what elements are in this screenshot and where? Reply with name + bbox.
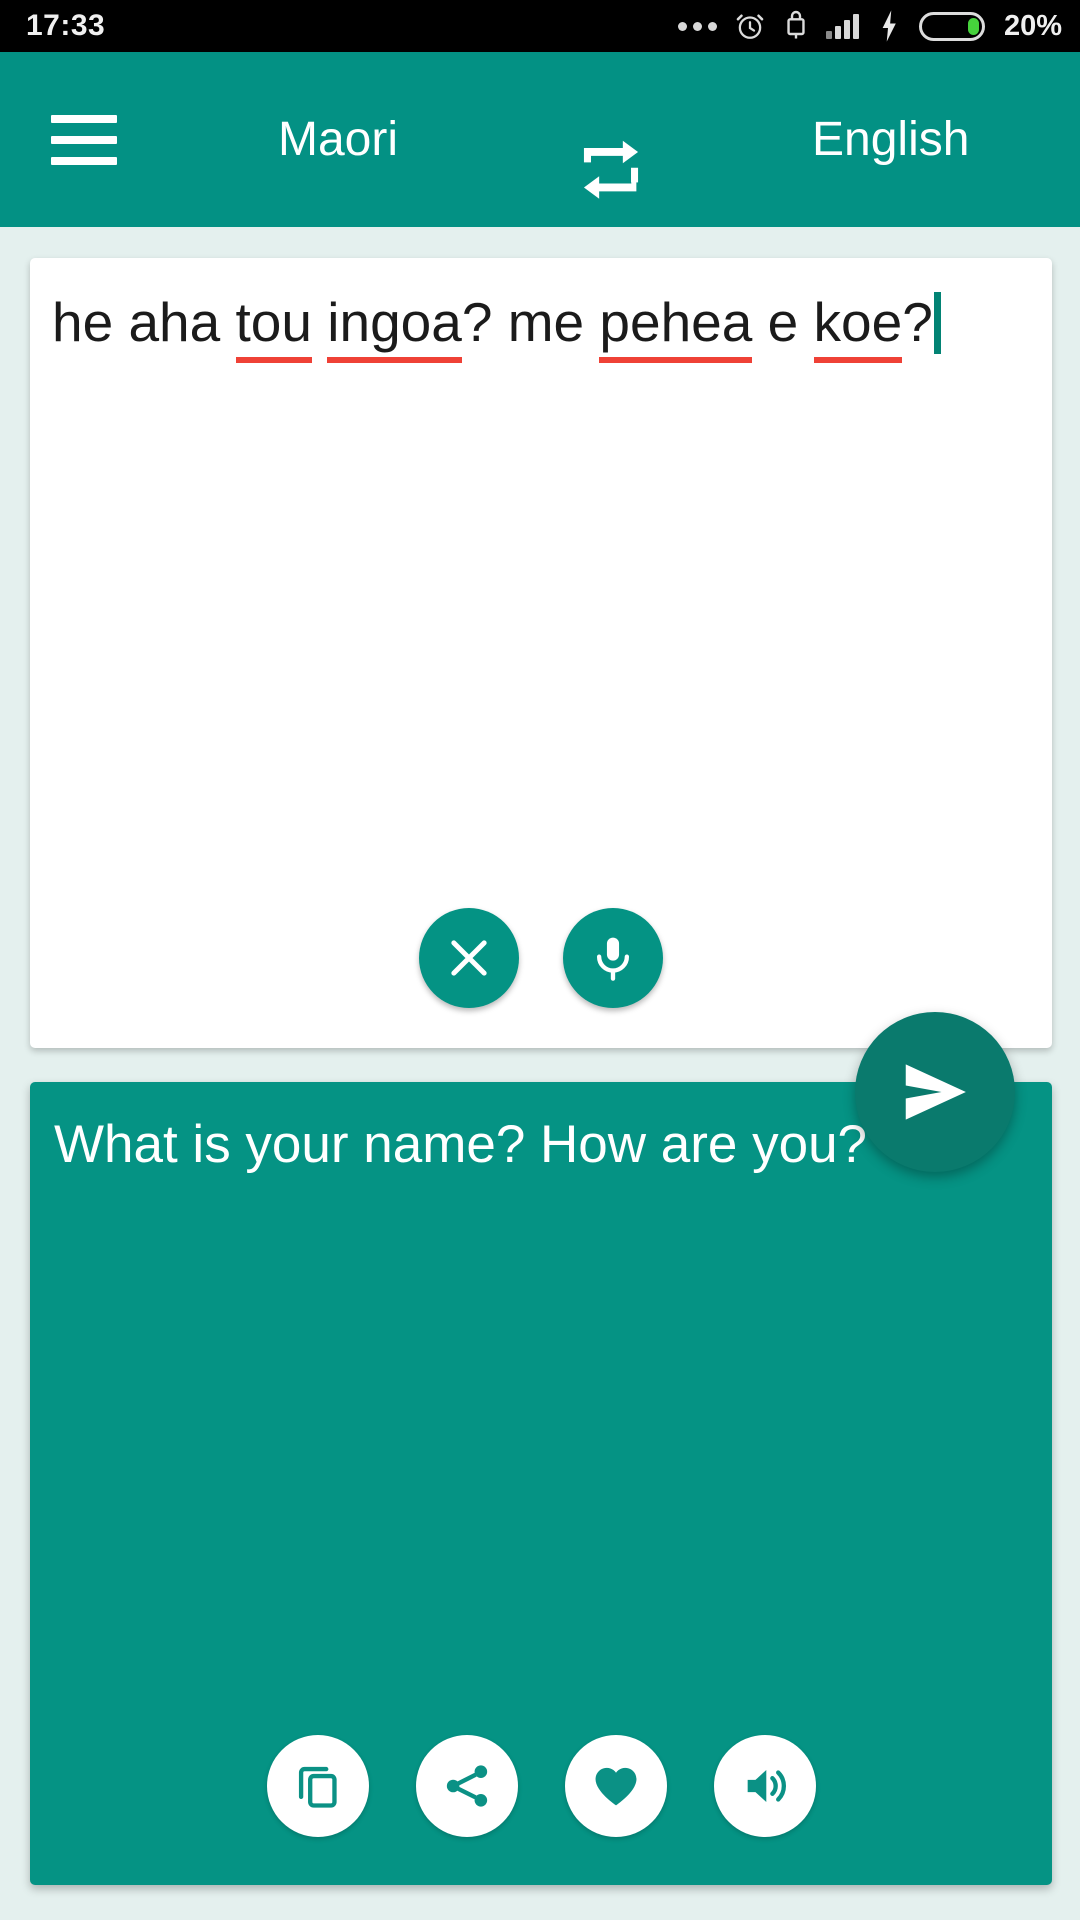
misspelled-word: tou [235, 291, 312, 363]
heart-icon [595, 1767, 636, 1806]
send-button[interactable] [855, 1012, 1015, 1172]
source-word: ? [902, 291, 933, 353]
source-word [312, 291, 327, 353]
alarm-clock-icon [736, 14, 764, 39]
send-paper-plane-icon [905, 1064, 966, 1120]
battery-icon [918, 11, 985, 41]
source-word: he [52, 291, 129, 353]
status-bar: 17:33 20% [0, 0, 1080, 52]
copy-icon [298, 1766, 337, 1808]
charging-bolt-icon [882, 10, 896, 42]
target-language-label[interactable]: English [812, 112, 969, 167]
misspelled-word: koe [813, 291, 903, 363]
source-word: aha [128, 291, 236, 353]
battery-percent: 20% [1003, 9, 1062, 42]
source-text-input[interactable]: he aha tou ingoa? me pehea e koe? [52, 288, 1030, 363]
swap-languages-icon[interactable] [576, 139, 646, 201]
microphone-button[interactable] [563, 908, 663, 1008]
result-card-actions [30, 1735, 1052, 1837]
source-word: e [752, 291, 814, 353]
source-text-card[interactable]: he aha tou ingoa? me pehea e koe? [30, 258, 1052, 1048]
speak-button[interactable] [713, 1735, 816, 1837]
close-x-icon [451, 940, 487, 976]
translation-output-text: What is your name? How are you? [54, 1115, 868, 1174]
more-dots-icon [677, 21, 717, 31]
favorite-button[interactable] [564, 1735, 667, 1837]
status-icons: 20% [677, 9, 1062, 43]
copy-button[interactable] [266, 1735, 369, 1837]
usb-lock-icon [787, 10, 805, 39]
share-icon [446, 1765, 487, 1807]
text-caret [933, 292, 941, 354]
status-time: 17:33 [26, 9, 106, 42]
share-button[interactable] [415, 1735, 518, 1837]
source-word: ? me [461, 291, 600, 353]
misspelled-word: pehea [599, 291, 753, 363]
source-language-label[interactable]: Maori [278, 112, 398, 167]
translation-result-card[interactable]: What is your name? How are you? [30, 1082, 1052, 1885]
signal-bars-icon [825, 13, 859, 39]
speaker-volume-icon [747, 1769, 786, 1803]
microphone-icon [596, 937, 630, 981]
source-card-actions [30, 908, 1052, 1008]
misspelled-word: ingoa [327, 291, 462, 363]
app-bar: Maori English [0, 52, 1080, 227]
hamburger-menu-icon[interactable] [51, 114, 117, 165]
clear-button[interactable] [419, 908, 519, 1008]
